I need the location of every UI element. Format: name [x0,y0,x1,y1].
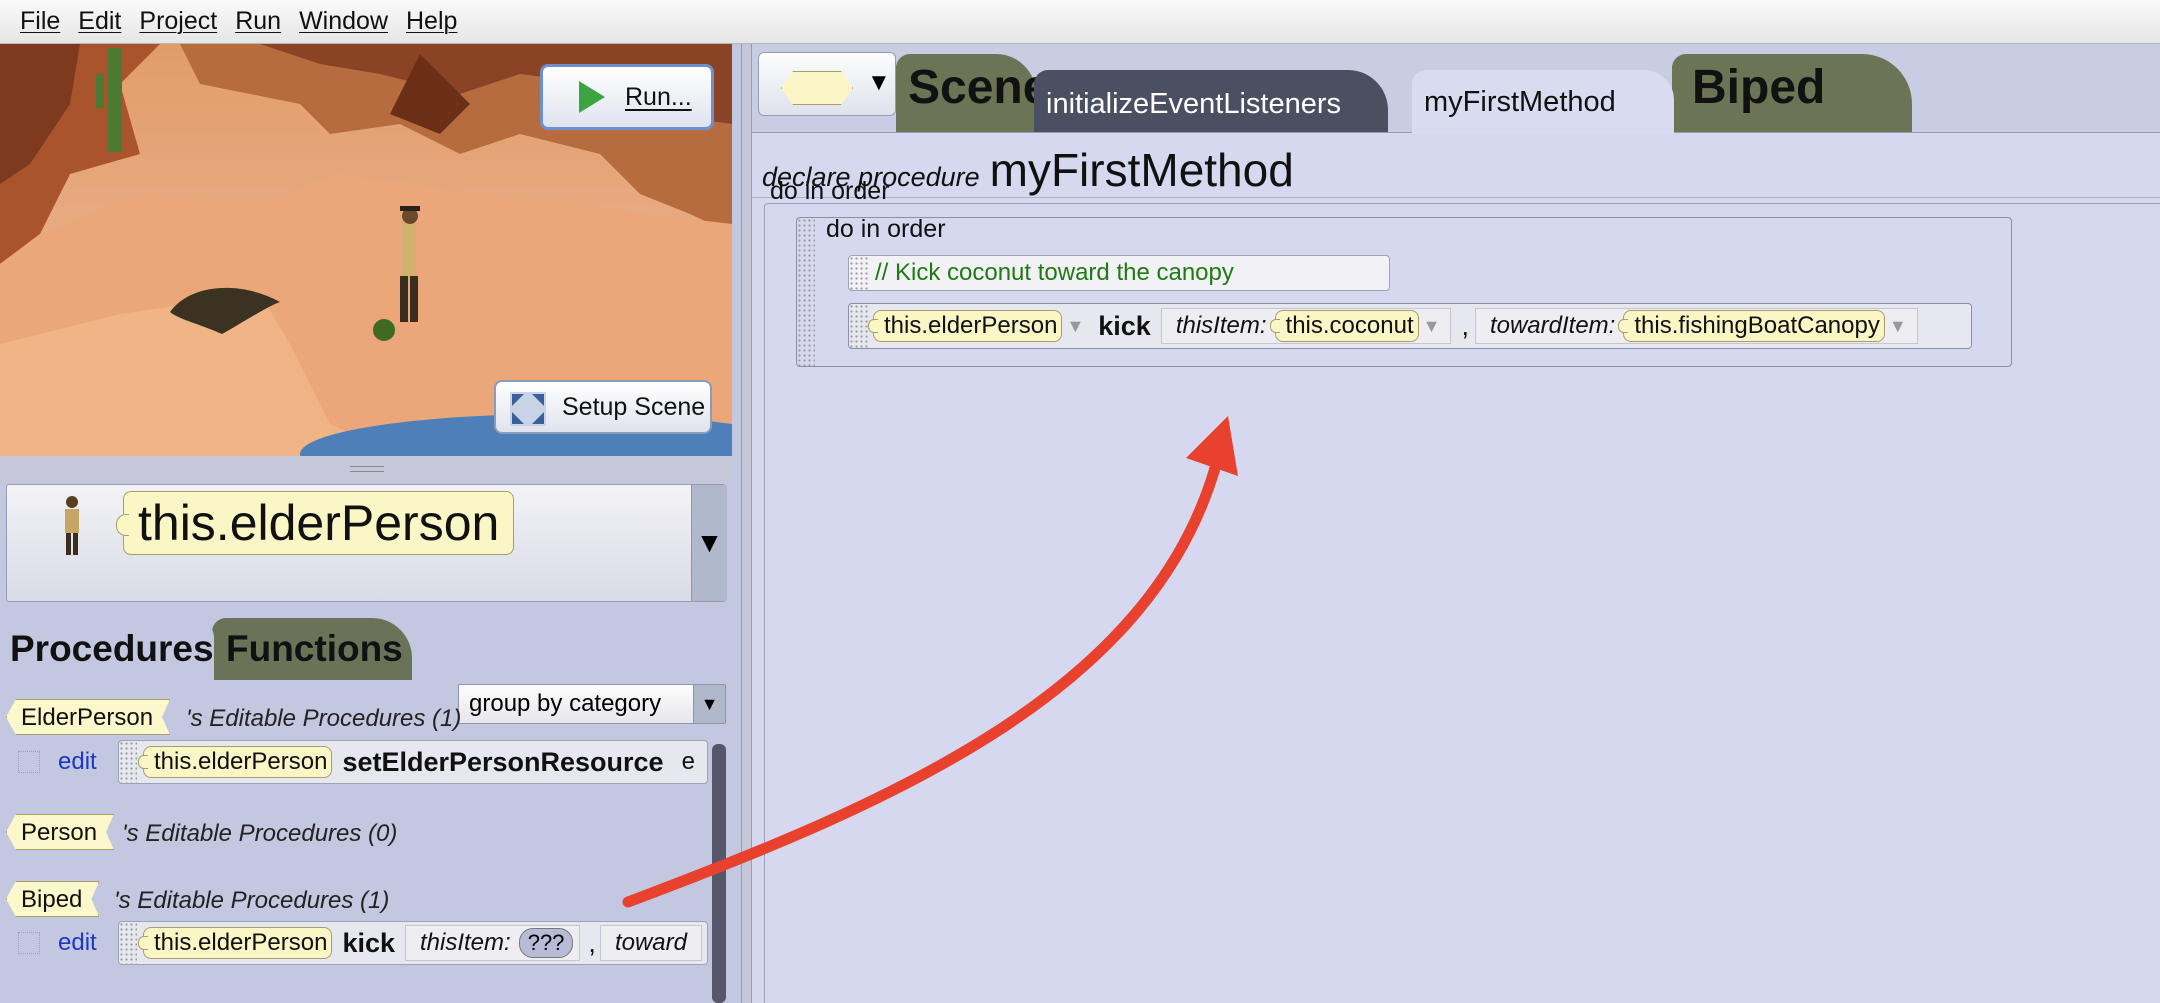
instance-value: this.elderPerson [115,491,515,555]
method-name: kick [1098,310,1151,341]
menu-window[interactable]: Window [299,7,388,36]
value-chip[interactable]: this.coconut [1269,310,1419,342]
splitter-grip[interactable] [350,466,384,472]
tab-initialize-event-listeners[interactable]: initializeEventListeners [1034,70,1388,132]
code-editor[interactable]: declare procedure myFirstMethod do in or… [752,132,2160,1003]
target-chip[interactable]: this.elderPerson [137,746,333,778]
menu-help[interactable]: Help [406,7,457,36]
scene-view[interactable]: Run... Setup Scene [0,44,732,456]
drag-handle[interactable] [797,218,815,366]
menu-run[interactable]: Run [235,7,281,36]
chevron-down-icon[interactable]: ▼ [1423,316,1441,337]
drag-handle[interactable] [849,256,869,290]
separator: , [1461,310,1469,341]
separator: , [588,927,596,958]
param-name: toward [614,929,687,956]
left-panel: Run... Setup Scene this.elderPerson ▼ Pr… [0,44,742,1003]
drag-handle[interactable] [119,741,137,783]
section-title-elderperson: 's Editable Procedures (1) [186,705,462,732]
scrollbar-thumb[interactable] [712,744,726,1003]
chevron-down-icon: ▼ [867,69,891,96]
type-tag-elderperson: ElderPerson [6,699,170,735]
chevron-down-icon[interactable]: ▼ [691,485,727,601]
drag-handle[interactable] [119,922,137,964]
vertical-divider[interactable] [742,44,752,1003]
param-name: thisItem: [420,929,511,956]
section-title-biped: 's Editable Procedures (1) [114,887,390,914]
chevron-down-icon[interactable]: ▼ [1066,316,1084,337]
scrollbar[interactable] [712,744,726,1003]
kick-statement[interactable]: this.elderPerson ▼ kick thisItem: this.c… [848,303,1972,349]
type-dropdown[interactable]: ▼ [758,52,896,116]
person-icon [65,496,79,555]
play-icon [579,81,605,113]
menu-project[interactable]: Project [139,7,217,36]
comment-text[interactable]: // Kick coconut toward the canopy [875,259,1234,287]
edit-link[interactable]: edit [58,748,97,776]
param-cell[interactable]: thisItem: this.coconut ▼ [1160,308,1452,344]
tab-procedures[interactable]: Procedures [0,618,214,680]
outer-do-label: do in order [770,177,890,205]
param-cell[interactable]: thisItem: ??? [405,925,581,961]
param-name: thisItem: [1175,312,1267,339]
tab-scene[interactable]: Scene [896,54,1049,132]
edit-row: edit [18,740,97,784]
value-chip[interactable]: this.fishingBoatCanopy [1618,310,1885,342]
procedure-block[interactable]: this.elderPerson kick thisItem: ??? , to… [118,921,708,965]
setup-scene-label: Setup Scene [562,392,706,421]
chevron-down-icon[interactable]: ▼ [693,685,725,723]
edit-link[interactable]: edit [58,929,97,957]
run-button[interactable]: Run... [540,64,714,130]
comment-block[interactable]: // Kick coconut toward the canopy [848,255,1390,291]
right-panel: ▼ Scene initializeEventListeners myFirst… [752,44,2160,1003]
param-name: towardItem: [1489,312,1616,339]
instance-selector[interactable]: this.elderPerson ▼ [6,484,727,602]
method-name: setElderPersonResource [342,746,664,777]
run-button-label: Run... [625,82,692,111]
expand-icon [510,392,546,426]
group-by-value: group by category [469,690,662,717]
chevron-down-icon[interactable]: ▼ [1889,316,1907,337]
menu-file[interactable]: File [20,7,60,36]
section-title-person: 's Editable Procedures (0) [122,820,398,847]
tab-biped[interactable]: Biped [1672,54,1912,132]
inner-do-label: do in order [826,215,946,243]
checkbox-icon [18,751,40,773]
tab-functions[interactable]: Functions [212,618,412,680]
procedure-name: myFirstMethod [989,144,1294,196]
type-tag-biped: Biped [6,881,99,917]
target-chip[interactable]: this.elderPerson [867,310,1063,342]
param-cell[interactable]: toward [599,925,702,961]
param-trail: e [681,748,695,775]
edit-row: edit [18,921,97,965]
placeholder-chip[interactable]: ??? [518,928,574,958]
target-chip[interactable]: this.elderPerson [137,927,333,959]
menu-bar: File Edit Project Run Window Help [0,0,2160,44]
type-hexagon-icon [781,71,853,105]
setup-scene-button[interactable]: Setup Scene [494,380,712,434]
checkbox-icon [18,932,40,954]
procedure-block[interactable]: this.elderPerson setElderPersonResource … [118,740,708,784]
type-tag-person: Person [6,814,114,850]
drag-handle[interactable] [849,304,869,348]
method-name: kick [342,927,395,958]
group-by-select[interactable]: group by category ▼ [458,684,726,724]
menu-edit[interactable]: Edit [78,7,121,36]
tab-label: initializeEventListeners [1046,88,1341,120]
tab-my-first-method[interactable]: myFirstMethod [1412,70,1674,134]
param-cell[interactable]: towardItem: this.fishingBoatCanopy ▼ [1474,308,1918,344]
divider [752,197,2160,198]
panel-splitter[interactable] [0,456,732,482]
